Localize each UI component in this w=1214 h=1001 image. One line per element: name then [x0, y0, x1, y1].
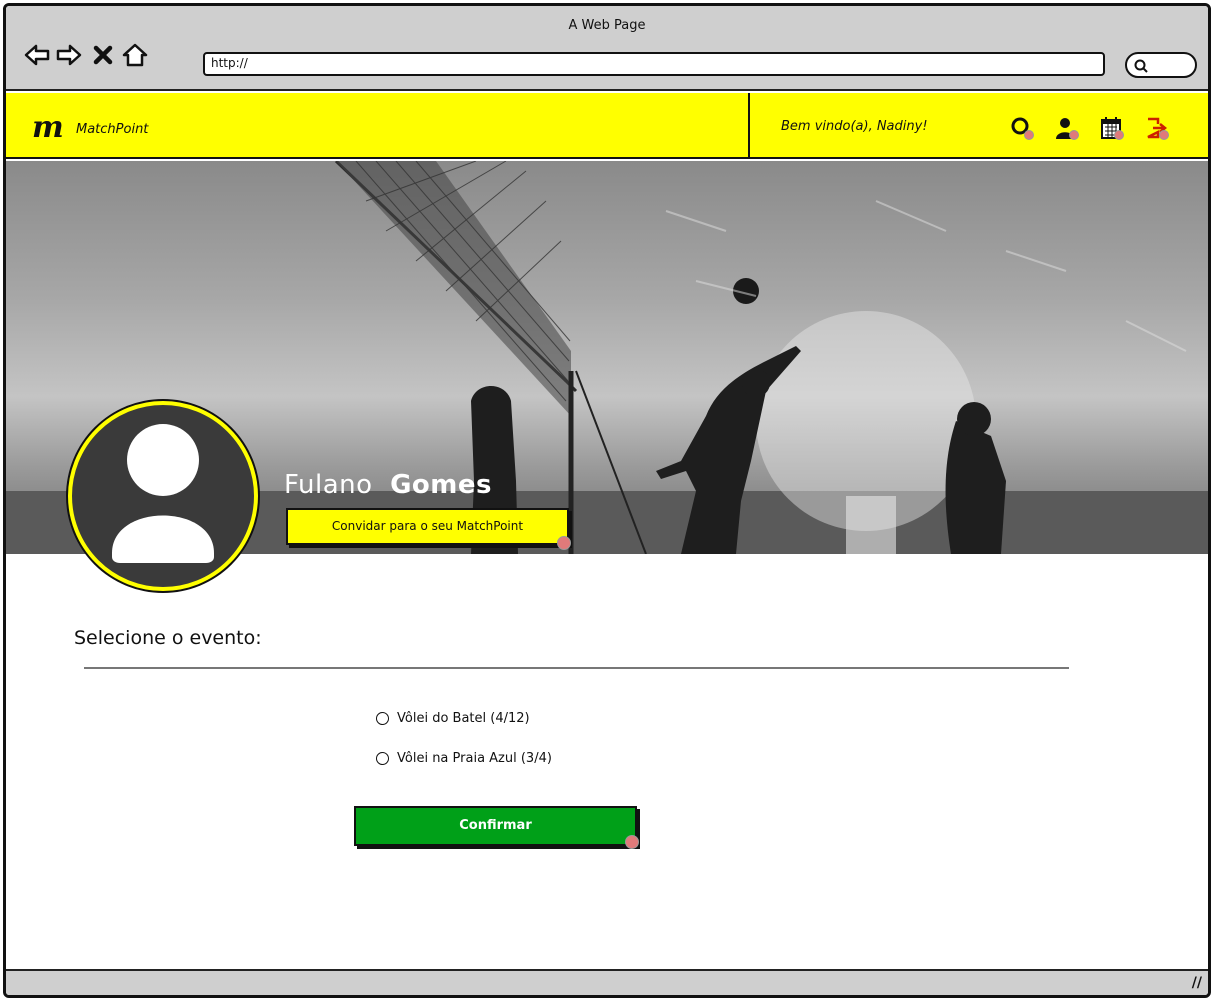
user-silhouette-icon: [112, 424, 214, 563]
profile-name: Fulano Gomes: [284, 470, 492, 500]
window-title: A Web Page: [568, 18, 646, 33]
forward-icon[interactable]: [56, 42, 82, 68]
back-icon[interactable]: [24, 42, 50, 68]
link-marker-icon: [557, 536, 571, 550]
profile-avatar: [68, 401, 258, 591]
profile-last-name: Gomes: [390, 470, 492, 500]
section-divider: [84, 667, 1069, 669]
section-title: Selecione o evento:: [74, 627, 262, 649]
magnifier-icon: [1134, 59, 1148, 73]
event-option-batel[interactable]: Vôlei do Batel (4/12): [376, 711, 530, 726]
radio-button[interactable]: [376, 752, 389, 765]
search-icon[interactable]: [1009, 115, 1035, 141]
browser-search-field[interactable]: [1125, 52, 1197, 78]
calendar-icon[interactable]: [1099, 115, 1125, 141]
invite-button[interactable]: Convidar para o seu MatchPoint: [286, 508, 569, 545]
home-icon[interactable]: [122, 42, 148, 68]
logo-icon[interactable]: m: [32, 113, 64, 143]
link-marker-icon: [625, 835, 639, 849]
event-option-label: Vôlei na Praia Azul (3/4): [397, 751, 552, 766]
logo-text[interactable]: MatchPoint: [76, 122, 148, 137]
header-divider: [748, 93, 750, 159]
status-bar: //: [6, 969, 1208, 995]
app-header: m MatchPoint Bem vindo(a), Nadiny!: [6, 93, 1208, 159]
user-icon[interactable]: [1054, 115, 1080, 141]
radio-button[interactable]: [376, 712, 389, 725]
event-option-praia-azul[interactable]: Vôlei na Praia Azul (3/4): [376, 751, 552, 766]
welcome-message: Bem vindo(a), Nadiny!: [781, 119, 928, 134]
event-option-label: Vôlei do Batel (4/12): [397, 711, 530, 726]
resize-grip-icon[interactable]: //: [1192, 975, 1202, 991]
url-input[interactable]: http://: [203, 52, 1105, 76]
logout-icon[interactable]: [1144, 115, 1170, 141]
browser-chrome: A Web Page http://: [6, 6, 1208, 91]
confirm-button[interactable]: Confirmar: [354, 806, 637, 846]
browser-window: A Web Page http:// m MatchPoint Bem vind…: [3, 3, 1211, 998]
stop-icon[interactable]: [90, 42, 116, 68]
profile-first-name: Fulano: [284, 470, 373, 500]
